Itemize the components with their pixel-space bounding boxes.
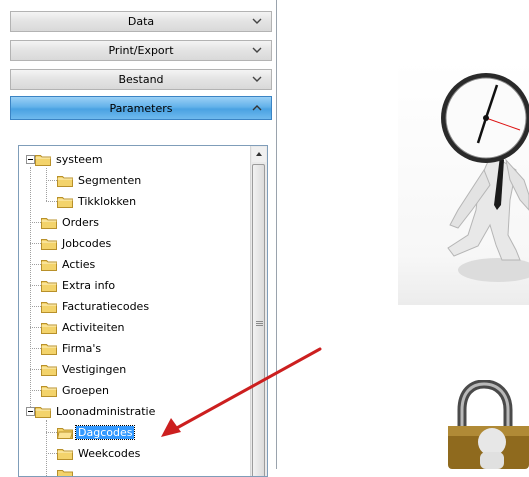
tree-connector	[30, 243, 41, 244]
tree-item-facturatiecodes[interactable]: Facturatiecodes	[41, 297, 151, 315]
accordion-label: Data	[128, 15, 154, 28]
tree-connector	[46, 453, 57, 454]
tree-item-jobcodes[interactable]: Jobcodes	[41, 234, 113, 252]
tree-item-label: Extra info	[60, 279, 117, 292]
tree-item-label: Firma's	[60, 342, 103, 355]
tree-item-label: Activiteiten	[60, 321, 127, 334]
tree-connector	[46, 180, 57, 181]
accordion-label: Parameters	[110, 102, 173, 115]
tree-item-dagcodes[interactable]: Dagcodes	[57, 423, 134, 441]
chevron-up-icon	[251, 102, 263, 114]
tree-item-tikklokken[interactable]: Tikklokken	[57, 192, 138, 210]
tree-connector	[46, 432, 57, 433]
scroll-up-arrow-icon	[252, 147, 266, 162]
folder-icon	[35, 405, 51, 418]
scrollbar-grip-icon	[256, 321, 263, 327]
tree-item-label-selected: Dagcodes	[76, 426, 134, 439]
padlock-figure-image	[440, 380, 529, 469]
tree-item-label: Tikklokken	[76, 195, 138, 208]
tree-item-label: Facturatiecodes	[60, 300, 151, 313]
tree-connector	[30, 285, 41, 286]
tree-item-loonadministratie[interactable]: Loonadministratie	[35, 402, 157, 420]
chevron-down-icon	[251, 44, 263, 56]
chevron-down-icon	[251, 15, 263, 27]
tree-connector	[30, 167, 31, 407]
collapse-toggle[interactable]	[26, 407, 35, 416]
tree-item-extra-info[interactable]: Extra info	[41, 276, 117, 294]
tree-item-firmas[interactable]: Firma's	[41, 339, 103, 357]
folder-icon	[41, 258, 57, 271]
tree-item-acties[interactable]: Acties	[41, 255, 97, 273]
tree-connector	[30, 369, 41, 370]
tree-item-label: Orders	[60, 216, 101, 229]
tree-item-label: systeem	[54, 153, 105, 166]
folder-icon	[41, 279, 57, 292]
tree-item-partial[interactable]	[57, 465, 73, 477]
tree-connector	[30, 390, 41, 391]
chevron-down-icon	[251, 73, 263, 85]
folder-icon	[41, 216, 57, 229]
tree-connector	[46, 168, 47, 201]
tree-item-label: Segmenten	[76, 174, 143, 187]
tree-item-label: Loonadministratie	[54, 405, 157, 418]
folder-open-icon	[57, 426, 73, 439]
tree-item-label: Groepen	[60, 384, 111, 397]
folder-icon	[41, 237, 57, 250]
folder-icon	[35, 153, 51, 166]
tree-connector	[30, 264, 41, 265]
folder-icon	[41, 363, 57, 376]
tree-connector	[30, 348, 41, 349]
accordion-label: Print/Export	[108, 44, 173, 57]
tree-connector	[46, 420, 47, 477]
tree-item-vestigingen[interactable]: Vestigingen	[41, 360, 128, 378]
collapse-toggle[interactable]	[26, 155, 35, 164]
folder-icon	[57, 174, 73, 187]
tree-connector	[30, 327, 41, 328]
tree-connector	[30, 306, 41, 307]
tree-item-label: Jobcodes	[60, 237, 113, 250]
folder-icon	[41, 300, 57, 313]
accordion-header-data[interactable]: Data	[10, 11, 272, 32]
tree-item-orders[interactable]: Orders	[41, 213, 101, 231]
scroll-up-button[interactable]	[252, 147, 266, 162]
accordion-header-bestand[interactable]: Bestand	[10, 69, 272, 90]
accordion-header-print-export[interactable]: Print/Export	[10, 40, 272, 61]
tree-item-weekcodes[interactable]: Weekcodes	[57, 444, 142, 462]
tree-connector	[46, 201, 57, 202]
folder-icon	[41, 384, 57, 397]
running-clock-figure-image	[398, 60, 529, 305]
tree-item-groepen[interactable]: Groepen	[41, 381, 111, 399]
tree-item-label: Weekcodes	[76, 447, 142, 460]
folder-icon	[41, 342, 57, 355]
tree-connector	[30, 222, 41, 223]
accordion-label: Bestand	[118, 73, 163, 86]
folder-icon	[57, 195, 73, 208]
red-arrow-annotation	[150, 345, 325, 440]
folder-icon	[57, 447, 73, 460]
tree-item-label: Vestigingen	[60, 363, 128, 376]
folder-icon	[41, 321, 57, 334]
tree-item-label: Acties	[60, 258, 97, 271]
tree-item-activiteiten[interactable]: Activiteiten	[41, 318, 127, 336]
tree-item-systeem[interactable]: systeem	[35, 150, 105, 168]
accordion-header-parameters[interactable]: Parameters	[10, 96, 272, 120]
tree-item-segmenten[interactable]: Segmenten	[57, 171, 143, 189]
